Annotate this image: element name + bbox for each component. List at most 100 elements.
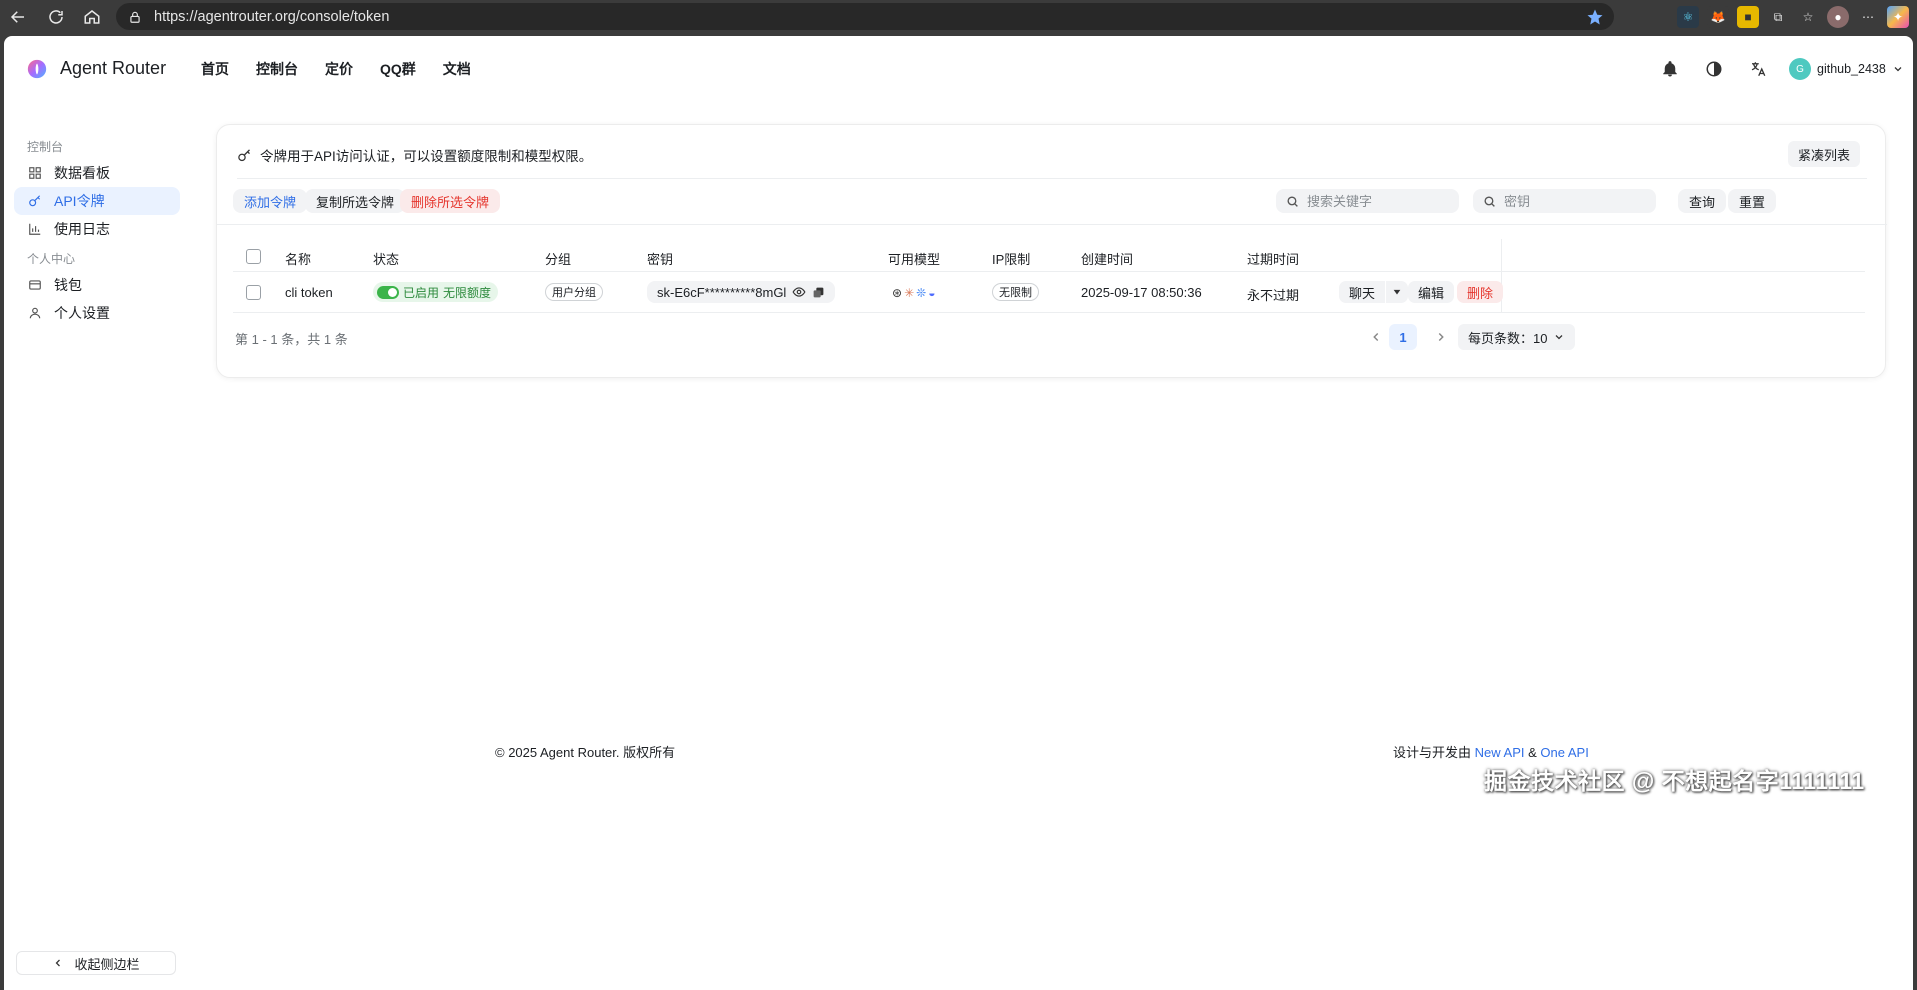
agent-router-logo-icon[interactable] (26, 58, 48, 80)
collapse-sidebar-label: 收起侧边栏 (74, 956, 140, 972)
created-time: 2025-09-17 08:50:36 (1081, 285, 1202, 300)
delete-selected-button[interactable]: 删除所选令牌 (400, 189, 501, 213)
watermark: 掘金技术社区 @ 不想起名字1111111 (1484, 768, 1865, 794)
favorites-icon[interactable]: ☆ (1797, 6, 1819, 28)
reload-icon[interactable] (38, 2, 74, 32)
footer-amp: & (1524, 745, 1541, 760)
nav-console[interactable]: 控制台 (256, 59, 298, 79)
delete-cell: 删除 (1457, 281, 1504, 303)
sidebar-group-personal: 个人中心 (27, 252, 76, 266)
language-icon[interactable] (1745, 56, 1771, 82)
chevron-down-icon (1556, 335, 1563, 340)
col-key: 密钥 (647, 252, 674, 267)
home-icon[interactable] (74, 2, 110, 32)
sidebar-item-settings[interactable]: 个人设置 (14, 299, 180, 327)
keyword-search-input[interactable] (1307, 193, 1447, 209)
keyword-search[interactable] (1276, 189, 1459, 213)
copy-selected-button[interactable]: 复制所选令牌 (305, 189, 406, 213)
dark-mode-icon[interactable] (1701, 56, 1727, 82)
sidebar: 控制台 数据看板 API令牌 使用日志 个人中心 钱包 个人设置 (4, 100, 194, 990)
back-icon[interactable] (0, 2, 36, 32)
dashboard-icon (29, 167, 41, 179)
chat-dropdown-button[interactable] (1386, 281, 1409, 303)
copilot-icon[interactable]: ✦ (1887, 6, 1909, 28)
bell-icon[interactable] (1657, 56, 1683, 82)
prev-page-icon[interactable] (1369, 330, 1383, 344)
chat-button[interactable]: 聊天 (1339, 281, 1386, 303)
gemini-icon: ❊ (916, 286, 927, 300)
sidebar-item-label: 钱包 (54, 277, 82, 293)
nav-home[interactable]: 首页 (201, 59, 229, 79)
card-info: 令牌用于API访问认证，可以设置额度限制和模型权限。 (237, 145, 592, 165)
browser-toolbar: https://agentrouter.org/console/token ⚛ … (0, 0, 1917, 34)
footer-credits: 设计与开发由 New API & One API (1393, 742, 1589, 761)
col-name: 名称 (285, 252, 312, 267)
col-ip-limit: IP限制 (992, 252, 1031, 267)
page-size-select[interactable]: 每页条数：10 (1458, 324, 1576, 350)
react-devtools-icon[interactable]: ⚛ (1677, 6, 1699, 28)
top-header: Agent Router 首页 控制台 定价 QQ群 文档 G github_2… (4, 36, 1913, 100)
one-api-link[interactable]: One API (1540, 745, 1588, 760)
group-tag: 用户分组 (545, 283, 603, 301)
sidebar-group-console: 控制台 (27, 140, 64, 154)
collapse-sidebar-button[interactable]: 收起侧边栏 (16, 951, 176, 975)
openai-icon: ⊛ (892, 286, 903, 300)
sidebar-item-api-tokens[interactable]: API令牌 (14, 187, 180, 215)
select-all-checkbox[interactable] (246, 249, 261, 264)
sidebar-item-dashboard[interactable]: 数据看板 (14, 159, 180, 187)
page-size-text: 每页条数：10 (1468, 330, 1548, 346)
deepseek-icon: ◒ (928, 286, 936, 300)
bookmark-star-icon[interactable] (1586, 8, 1604, 26)
key-search[interactable] (1473, 189, 1656, 213)
reset-button[interactable]: 重置 (1728, 189, 1777, 213)
chat-button-group: 聊天 (1339, 281, 1409, 303)
token-name: cli token (285, 285, 333, 300)
sidebar-item-usage-logs[interactable]: 使用日志 (14, 215, 180, 243)
sidebar-item-wallet[interactable]: 钱包 (14, 271, 180, 299)
extension-yellow-icon[interactable]: ■ (1737, 6, 1759, 28)
metamask-icon[interactable]: 🦊 (1707, 6, 1729, 28)
url-text: https://agentrouter.org/console/token (154, 8, 390, 25)
sidebar-item-label: 使用日志 (54, 221, 110, 237)
pagination-summary: 第 1 - 1 条，共 1 条 (235, 332, 348, 347)
brand-name[interactable]: Agent Router (60, 58, 166, 79)
key-search-input[interactable] (1504, 193, 1644, 209)
page-1-button[interactable]: 1 (1389, 324, 1417, 350)
status-badge[interactable]: 已启用 无限额度 (373, 282, 499, 302)
query-button[interactable]: 查询 (1678, 189, 1727, 213)
row-divider (233, 312, 1865, 313)
web-page: Agent Router 首页 控制台 定价 QQ群 文档 G github_2… (4, 36, 1913, 990)
row-checkbox[interactable] (246, 285, 261, 300)
enabled-toggle[interactable] (377, 285, 399, 299)
ip-limit-tag: 无限制 (992, 283, 1039, 301)
edit-button[interactable]: 编辑 (1408, 281, 1455, 303)
username: github_2438 (1817, 62, 1886, 76)
nav-pricing[interactable]: 定价 (325, 59, 353, 79)
compact-list-button[interactable]: 紧凑列表 (1788, 141, 1861, 167)
user-avatar: G (1789, 58, 1811, 80)
wallet-icon (29, 280, 41, 290)
add-token-button[interactable]: 添加令牌 (233, 189, 308, 213)
token-card: 令牌用于API访问认证，可以设置额度限制和模型权限。 紧凑列表 添加令牌 复制所… (216, 124, 1887, 378)
copy-icon[interactable] (812, 286, 825, 299)
col-status: 状态 (373, 252, 400, 267)
more-menu-icon[interactable]: ⋯ (1857, 6, 1879, 28)
new-api-link[interactable]: New API (1475, 745, 1525, 760)
search-icon (1484, 195, 1495, 207)
delete-button[interactable]: 删除 (1457, 281, 1504, 303)
next-page-icon[interactable] (1434, 330, 1448, 344)
key-icon (29, 195, 41, 207)
divider (237, 178, 1867, 179)
nav-qq-group[interactable]: QQ群 (380, 59, 416, 79)
user-menu[interactable]: G github_2438 (1789, 55, 1904, 83)
search-icon (1287, 195, 1298, 207)
address-bar[interactable]: https://agentrouter.org/console/token (116, 3, 1614, 30)
claude-icon: ✳ (904, 286, 915, 300)
extensions-puzzle-icon[interactable]: ⧉ (1767, 6, 1789, 28)
top-nav: 首页 控制台 定价 QQ群 文档 (201, 59, 471, 79)
eye-icon[interactable] (792, 285, 806, 299)
token-key: sk-E6cF**********8mGl (657, 284, 787, 300)
profile-avatar-icon[interactable]: ● (1827, 6, 1849, 28)
nav-docs[interactable]: 文档 (443, 59, 471, 79)
footer-copyright: © 2025 Agent Router. 版权所有 (495, 745, 676, 760)
